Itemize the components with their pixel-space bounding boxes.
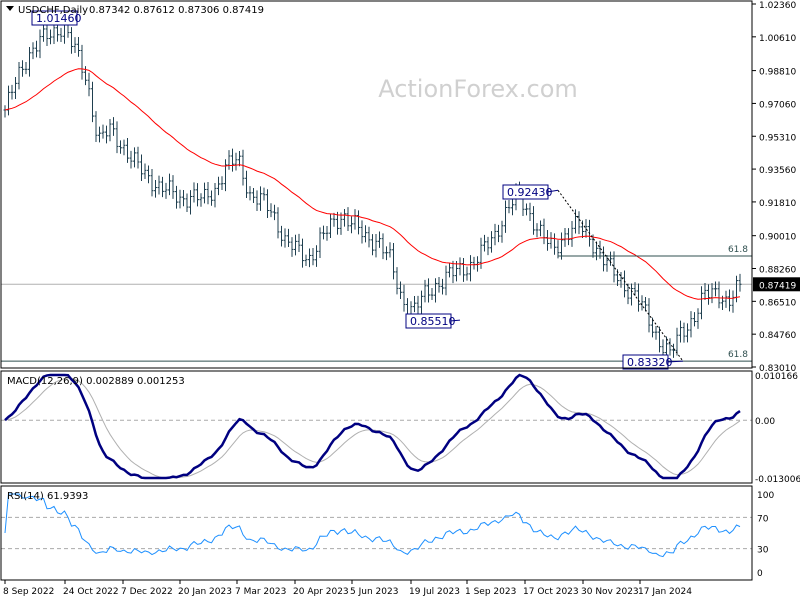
- chart-header: USDCHF,Daily 0.87342 0.87612 0.87306 0.8…: [6, 5, 264, 16]
- price-tick-label: 0.95310: [759, 133, 796, 143]
- price-tick-label: 0.93560: [759, 166, 796, 176]
- date-tick-label: 20 Jan 2023: [178, 587, 232, 597]
- rsi-tick-label: 70: [757, 514, 769, 524]
- rsi-tick-label: 100: [757, 491, 774, 501]
- macd-tick-label: 0.00: [755, 417, 775, 427]
- annotation-label: 0.85510: [410, 315, 456, 328]
- rsi-title: RSI(14) 61.9393: [7, 491, 88, 502]
- fib-level-label: 61.8: [728, 245, 748, 255]
- price-tick-label: 0.86510: [759, 298, 796, 308]
- date-tick-label: 30 Nov 2023: [581, 587, 639, 597]
- date-tick-label: 17 Oct 2023: [523, 587, 579, 597]
- date-tick-label: 7 Dec 2022: [121, 587, 173, 597]
- price-tick-label: 0.97060: [759, 100, 796, 110]
- date-tick-label: 17 Jan 2024: [638, 587, 692, 597]
- rsi-tick-label: 30: [757, 546, 769, 556]
- price-tick-label: 0.91810: [759, 199, 796, 209]
- fib-level-label: 61.8: [728, 350, 748, 360]
- macd-tick-label: -0.013006: [755, 475, 800, 485]
- price-tick-label: 0.98810: [759, 68, 796, 78]
- price-tick-label: 0.84760: [759, 331, 796, 341]
- date-tick-label: 5 Jun 2023: [350, 587, 398, 597]
- date-tick-label: 7 Mar 2023: [235, 587, 286, 597]
- date-tick-label: 1 Sep 2023: [465, 587, 516, 597]
- date-tick-label: 19 Jul 2023: [409, 587, 460, 597]
- symbol-label: USDCHF,Daily: [18, 5, 88, 16]
- last-price-label: 0.87419: [759, 281, 796, 291]
- price-tick-label: 0.88260: [759, 266, 796, 276]
- annotation-label: 0.92430: [507, 186, 553, 199]
- price-tick-label: 1.02360: [759, 1, 796, 11]
- annotation-label: 0.83320: [627, 356, 673, 369]
- date-tick-label: 8 Sep 2022: [3, 587, 54, 597]
- price-tick-label: 1.00610: [759, 34, 796, 44]
- watermark: ActionForex.com: [378, 75, 578, 103]
- date-tick-label: 20 Apr 2023: [293, 587, 349, 597]
- trading-chart[interactable]: ActionForex.com 61.861.81.014600.924300.…: [0, 0, 800, 600]
- macd-title: MACD(12,26,9) 0.002889 0.001253: [7, 376, 185, 387]
- ohlc-readout: 0.87342 0.87612 0.87306 0.87419: [89, 5, 264, 16]
- rsi-tick-label: 0: [757, 569, 763, 579]
- price-tick-label: 0.83010: [759, 364, 796, 374]
- price-tick-label: 0.90010: [759, 233, 796, 243]
- date-tick-label: 24 Oct 2022: [63, 587, 119, 597]
